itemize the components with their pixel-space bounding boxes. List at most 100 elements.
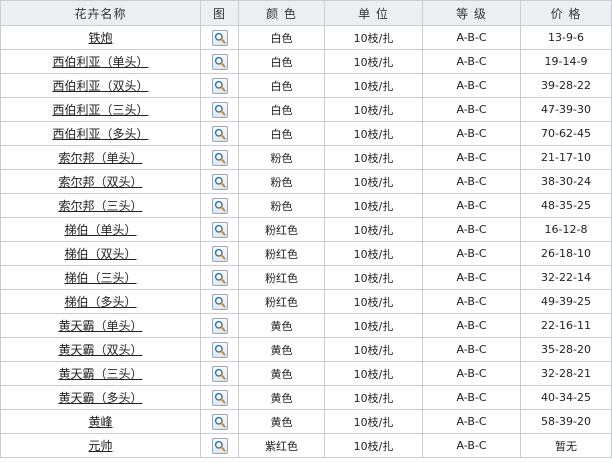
flower-name-link[interactable]: 西伯利亚（单头） [52, 55, 148, 69]
table-row: 西伯利亚（多头） 白色 10枝/扎 A-B-C 70-62-45 [0, 121, 612, 146]
unit-cell: 10枝/扎 [324, 193, 423, 218]
price-cell: 58-39-20 [520, 409, 612, 434]
magnifier-icon[interactable] [211, 125, 228, 142]
table-row: 西伯利亚（单头） 白色 10枝/扎 A-B-C 19-14-9 [0, 49, 612, 74]
price-cell: 21-17-10 [520, 145, 612, 170]
image-cell [200, 121, 239, 146]
flower-name-cell: 黄天霸（多头） [0, 385, 201, 410]
table-row: 索尔邦（双头） 粉色 10枝/扎 A-B-C 38-30-24 [0, 169, 612, 194]
grade-cell: A-B-C [422, 217, 521, 242]
grade-cell: A-B-C [422, 25, 521, 50]
magnifier-icon[interactable] [211, 221, 228, 238]
magnifier-icon[interactable] [211, 413, 228, 430]
table-row: 梯伯（多头） 粉红色 10枝/扎 A-B-C 49-39-25 [0, 289, 612, 314]
flower-name-link[interactable]: 梯伯（单头） [64, 223, 136, 237]
unit-cell: 10枝/扎 [324, 217, 423, 242]
price-cell: 40-34-25 [520, 385, 612, 410]
price-cell: 35-28-20 [520, 337, 612, 362]
flower-color-cell: 白色 [238, 121, 325, 146]
flower-name-cell: 黄峰 [0, 409, 201, 434]
table-row: 元帅 紫红色 10枝/扎 A-B-C 暂无 [0, 433, 612, 458]
flower-color-cell: 白色 [238, 97, 325, 122]
grade-cell: A-B-C [422, 169, 521, 194]
flower-name-link[interactable]: 西伯利亚（双头） [52, 79, 148, 93]
price-cell: 26-18-10 [520, 241, 612, 266]
magnifier-icon[interactable] [211, 197, 228, 214]
flower-color-cell: 粉色 [238, 193, 325, 218]
flower-color-cell: 黄色 [238, 409, 325, 434]
flower-name-link[interactable]: 梯伯（多头） [64, 295, 136, 309]
flower-name-link[interactable]: 黄峰 [88, 415, 112, 429]
flower-name-cell: 梯伯（多头） [0, 289, 201, 314]
unit-cell: 10枝/扎 [324, 433, 423, 458]
table-row: 黄天霸（单头） 黄色 10枝/扎 A-B-C 22-16-11 [0, 313, 612, 338]
unit-cell: 10枝/扎 [324, 361, 423, 386]
magnifier-icon[interactable] [211, 101, 228, 118]
image-cell [200, 97, 239, 122]
flower-name-link[interactable]: 黄天霸（多头） [58, 391, 142, 405]
magnifier-icon[interactable] [211, 389, 228, 406]
magnifier-icon[interactable] [211, 29, 228, 46]
magnifier-icon[interactable] [211, 149, 228, 166]
table-row: 梯伯（单头） 粉红色 10枝/扎 A-B-C 16-12-8 [0, 217, 612, 242]
grade-cell: A-B-C [422, 241, 521, 266]
magnifier-icon[interactable] [211, 293, 228, 310]
flower-color-cell: 粉色 [238, 145, 325, 170]
flower-name-link[interactable]: 黄天霸（单头） [58, 319, 142, 333]
flower-name-cell: 西伯利亚（三头） [0, 97, 201, 122]
image-cell [200, 193, 239, 218]
flower-name-link[interactable]: 黄天霸（双头） [58, 343, 142, 357]
image-cell [200, 265, 239, 290]
unit-cell: 10枝/扎 [324, 97, 423, 122]
flower-name-link[interactable]: 索尔邦（双头） [58, 175, 142, 189]
magnifier-icon[interactable] [211, 437, 228, 454]
header-row: 花卉名称 图 颜 色 单 位 等 级 价 格 [0, 0, 612, 26]
table-row: 索尔邦（单头） 粉色 10枝/扎 A-B-C 21-17-10 [0, 145, 612, 170]
table-row: 黄天霸（三头） 黄色 10枝/扎 A-B-C 32-28-21 [0, 361, 612, 386]
grade-cell: A-B-C [422, 145, 521, 170]
magnifier-icon[interactable] [211, 53, 228, 70]
flower-name-link[interactable]: 铁炮 [88, 31, 112, 45]
unit-cell: 10枝/扎 [324, 385, 423, 410]
magnifier-icon[interactable] [211, 317, 228, 334]
magnifier-icon[interactable] [211, 341, 228, 358]
flower-color-cell: 粉色 [238, 169, 325, 194]
flower-name-link[interactable]: 西伯利亚（三头） [52, 103, 148, 117]
table-row: 西伯利亚（双头） 白色 10枝/扎 A-B-C 39-28-22 [0, 73, 612, 98]
flower-name-link[interactable]: 索尔邦（三头） [58, 199, 142, 213]
flower-name-link[interactable]: 元帅 [88, 439, 112, 453]
flower-name-cell: 梯伯（单头） [0, 217, 201, 242]
flower-name-link[interactable]: 西伯利亚（多头） [52, 127, 148, 141]
grade-cell: A-B-C [422, 49, 521, 74]
flower-color-cell: 白色 [238, 25, 325, 50]
magnifier-icon[interactable] [211, 77, 228, 94]
flower-color-cell: 黄色 [238, 313, 325, 338]
magnifier-icon[interactable] [211, 269, 228, 286]
price-cell: 16-12-8 [520, 217, 612, 242]
flower-name-link[interactable]: 黄天霸（三头） [58, 367, 142, 381]
table-row: 铁炮 白色 10枝/扎 A-B-C 13-9-6 [0, 25, 612, 50]
magnifier-icon[interactable] [211, 245, 228, 262]
unit-cell: 10枝/扎 [324, 73, 423, 98]
price-cell: 39-28-22 [520, 73, 612, 98]
flower-name-link[interactable]: 索尔邦（单头） [58, 151, 142, 165]
image-cell [200, 385, 239, 410]
grade-cell: A-B-C [422, 385, 521, 410]
price-cell: 暂无 [520, 433, 612, 458]
price-cell: 22-16-11 [520, 313, 612, 338]
flower-name-link[interactable]: 梯伯（三头） [64, 271, 136, 285]
price-cell: 70-62-45 [520, 121, 612, 146]
flower-color-cell: 粉红色 [238, 289, 325, 314]
flower-name-cell: 元帅 [0, 433, 201, 458]
flower-name-link[interactable]: 梯伯（双头） [64, 247, 136, 261]
magnifier-icon[interactable] [211, 365, 228, 382]
magnifier-icon[interactable] [211, 173, 228, 190]
price-cell: 19-14-9 [520, 49, 612, 74]
grade-cell: A-B-C [422, 265, 521, 290]
flower-name-cell: 索尔邦（双头） [0, 169, 201, 194]
grade-cell: A-B-C [422, 409, 521, 434]
image-cell [200, 169, 239, 194]
flower-name-cell: 西伯利亚（多头） [0, 121, 201, 146]
table-row: 索尔邦（三头） 粉色 10枝/扎 A-B-C 48-35-25 [0, 193, 612, 218]
flower-color-cell: 粉红色 [238, 265, 325, 290]
